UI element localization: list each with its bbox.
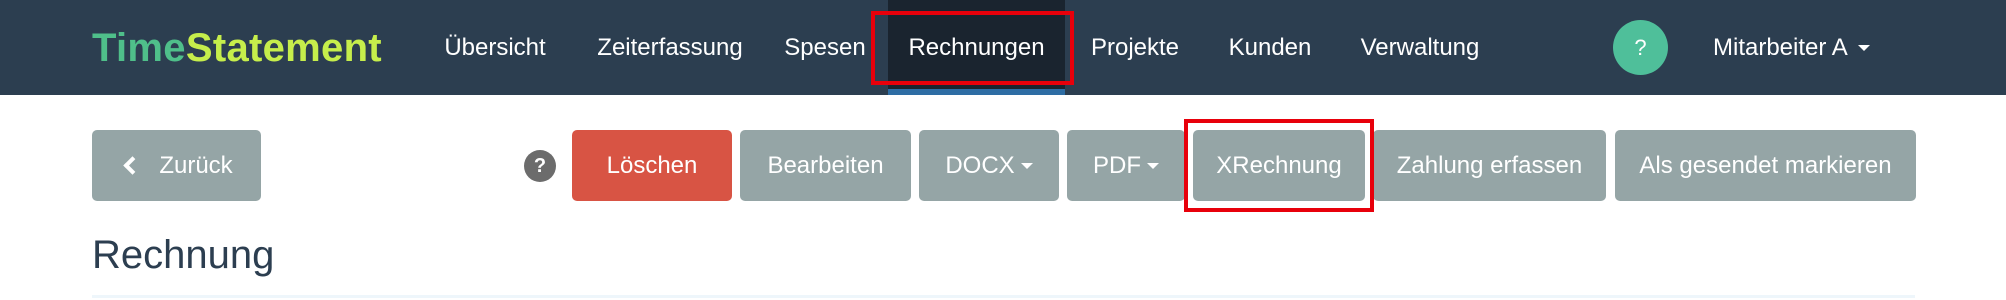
nav-item-zeiterfassung[interactable]: Zeiterfassung: [580, 0, 760, 95]
caret-down-icon: [1147, 162, 1159, 169]
back-button-label: Zurück: [159, 151, 233, 179]
delete-button-label: Löschen: [606, 151, 698, 179]
help-button[interactable]: ?: [1613, 20, 1668, 75]
edit-button-label: Bearbeiten: [767, 151, 884, 179]
divider: [92, 295, 1915, 298]
nav-item-uebersicht[interactable]: Übersicht: [430, 0, 560, 95]
edit-button[interactable]: Bearbeiten: [740, 130, 911, 201]
user-menu-label: Mitarbeiter A: [1713, 33, 1848, 61]
nav-item-kunden[interactable]: Kunden: [1220, 0, 1320, 95]
page-title: Rechnung: [92, 233, 275, 277]
caret-down-icon: [1857, 44, 1870, 51]
record-payment-button[interactable]: Zahlung erfassen: [1373, 130, 1606, 201]
docx-dropdown-button[interactable]: DOCX: [919, 130, 1059, 201]
back-button[interactable]: Zurück: [92, 130, 261, 201]
question-icon[interactable]: ?: [524, 150, 556, 182]
mark-as-sent-button-label: Als gesendet markieren: [1639, 151, 1892, 179]
pdf-button-label: PDF: [1093, 151, 1141, 179]
brand-logo-time: Time: [92, 26, 186, 70]
nav-item-spesen[interactable]: Spesen: [780, 0, 870, 95]
docx-button-label: DOCX: [945, 151, 1015, 179]
caret-down-icon: [1020, 162, 1033, 169]
nav-item-verwaltung[interactable]: Verwaltung: [1350, 0, 1490, 95]
nav-item-projekte[interactable]: Projekte: [1080, 0, 1190, 95]
nav-item-rechnungen[interactable]: Rechnungen: [888, 0, 1065, 95]
help-button-label: ?: [1634, 34, 1647, 60]
chevron-left-icon: [123, 156, 143, 175]
delete-button[interactable]: Löschen: [572, 130, 732, 201]
user-menu-dropdown[interactable]: Mitarbeiter A: [1713, 0, 1870, 95]
mark-as-sent-button[interactable]: Als gesendet markieren: [1615, 130, 1916, 201]
xrechnung-button-label: XRechnung: [1216, 151, 1342, 179]
brand-logo[interactable]: TimeStatement: [92, 26, 382, 70]
pdf-dropdown-button[interactable]: PDF: [1067, 130, 1185, 201]
top-navbar: TimeStatement Übersicht Zeiterfassung Sp…: [0, 0, 2006, 95]
question-icon-label: ?: [533, 154, 547, 177]
xrechnung-button[interactable]: XRechnung: [1193, 130, 1365, 201]
record-payment-button-label: Zahlung erfassen: [1396, 151, 1583, 179]
brand-logo-statement: Statement: [185, 26, 382, 70]
